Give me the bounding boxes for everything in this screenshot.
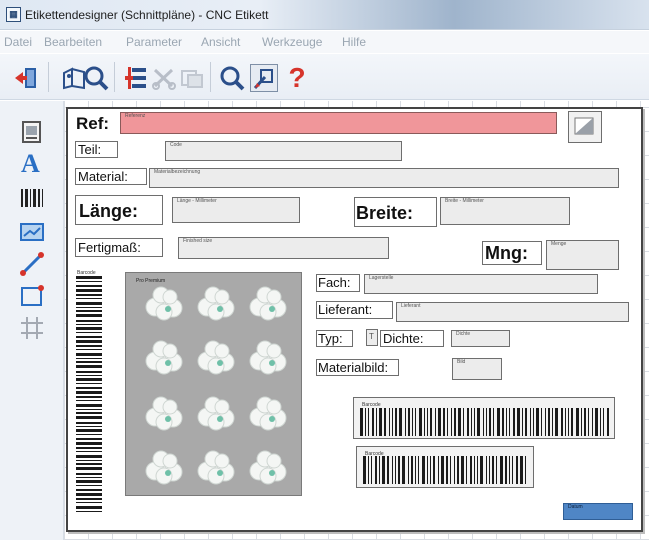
ref-label: Ref: [76,114,110,133]
barcode-2 [363,456,526,484]
teil-field[interactable]: Code [165,141,402,161]
line-tool-icon[interactable] [19,251,45,277]
fertigmass-field[interactable]: Finished size [178,237,389,259]
text-tool-icon[interactable]: A [19,149,45,178]
mng-field[interactable]: Menge [546,240,619,270]
vertical-barcode[interactable] [76,276,102,516]
zoom-icon[interactable] [218,64,246,92]
menu-werkzeuge[interactable]: Werkzeuge [262,35,322,49]
dichte-field[interactable]: Dichte [451,330,510,347]
material-photo[interactable]: Pro Premium [125,272,302,496]
typ-label: Typ: [318,331,343,346]
logo-placeholder[interactable] [568,111,602,143]
toolbar: ? [0,54,649,100]
lieferant-field[interactable]: Lieferant [396,302,629,322]
datum-field[interactable]: Datum [563,503,633,520]
menu-hilfe[interactable]: Hilfe [342,35,366,49]
mng-label: Mng: [485,243,528,263]
grid-tool-icon[interactable] [19,315,45,341]
materialbild-field[interactable]: Bild [452,358,502,380]
laenge-field[interactable]: Länge - Millimeter [172,197,300,223]
breite-label: Breite: [356,203,414,223]
typ-field[interactable]: T [366,329,378,346]
material-field[interactable]: Materialbezeichnung [149,168,619,188]
fach-field[interactable]: Lagerstelle [364,274,598,294]
materialbild-label: Materialbild: [318,360,389,375]
rectangle-tool-icon[interactable] [19,283,45,309]
menu-parameter[interactable]: Parameter [126,35,182,49]
photo-caption: Pro Premium [136,278,166,284]
menu-bar: Datei Bearbeiten Parameter Ansicht Werkz… [0,31,649,53]
ref-field[interactable]: Referenz [120,112,557,134]
title-bar: ▦ Etikettendesigner (Schnittpläne) - CNC… [0,0,649,30]
menu-bearbeiten[interactable]: Bearbeiten [44,35,102,49]
window-title: Etikettendesigner (Schnittpläne) - CNC E… [25,8,269,22]
dichte-label: Dichte: [383,331,424,346]
teil-label: Teil: [78,142,102,157]
menu-datei[interactable]: Datei [4,35,32,49]
photo-clusters [145,286,287,485]
fertigmass-label: Fertigmaß: [78,240,141,255]
image-tool-icon[interactable] [19,119,45,145]
laenge-label: Länge: [79,201,139,221]
draw-icon[interactable] [250,64,278,92]
lieferant-label: Lieferant: [318,302,373,317]
fach-label: Fach: [318,275,351,290]
barcode-tool-icon[interactable] [19,185,45,211]
svg-text:A: A [21,149,40,175]
field-tool-icon[interactable] [19,219,45,245]
copy-icon[interactable] [178,64,206,92]
exit-icon[interactable] [12,64,40,92]
tool-palette: A [0,101,64,540]
cut-icon[interactable] [150,64,178,92]
material-label: Material: [78,169,128,184]
align-icon[interactable] [122,64,150,92]
preview-icon[interactable] [82,64,110,92]
barcode-1 [360,408,609,436]
app-icon: ▦ [6,7,21,22]
help-icon[interactable]: ? [287,64,307,92]
menu-ansicht[interactable]: Ansicht [201,35,240,49]
breite-field[interactable]: Breite - Millimeter [440,197,570,225]
